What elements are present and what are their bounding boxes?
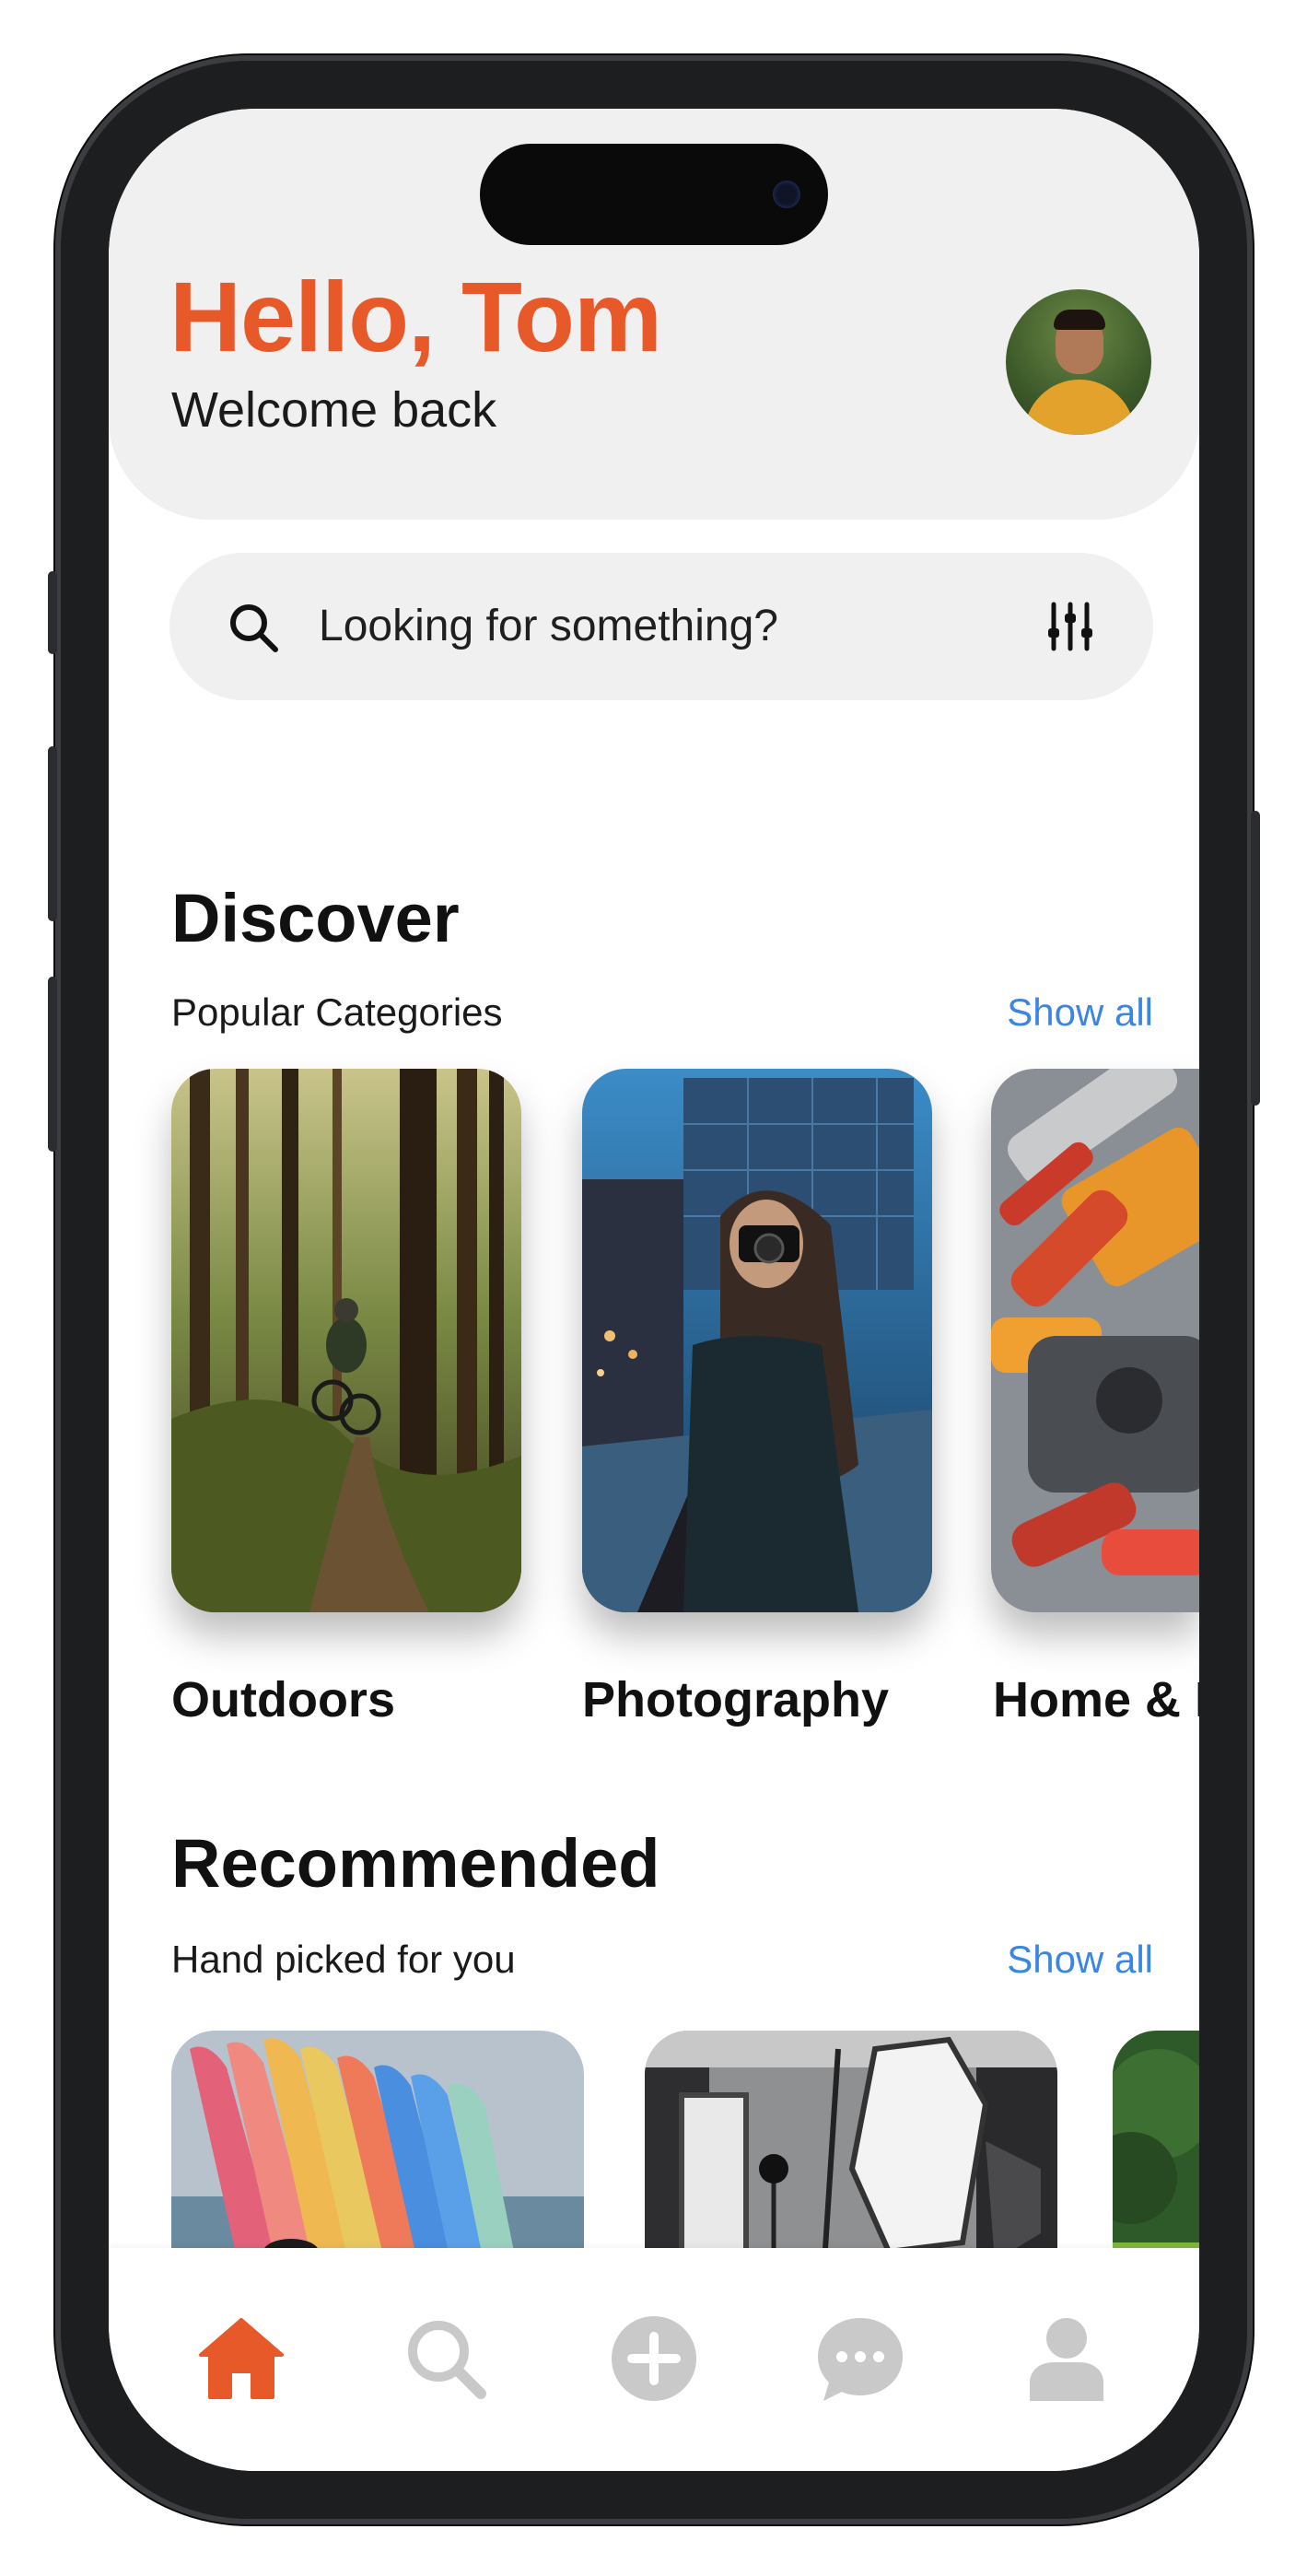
discover-show-all-link[interactable]: Show all: [1007, 993, 1153, 1032]
action-button: [48, 571, 57, 654]
category-card-photography[interactable]: [582, 1069, 932, 1612]
chat-icon[interactable]: [814, 2313, 906, 2405]
search-placeholder: Looking for something?: [319, 602, 778, 650]
volume-down-button: [48, 977, 57, 1152]
category-label-home: Home & I: [993, 1672, 1199, 1727]
recommended-title: Recommended: [171, 1825, 660, 1902]
welcome-subtitle: Welcome back: [171, 382, 497, 438]
category-label-outdoors: Outdoors: [171, 1672, 395, 1727]
camera-icon: [773, 181, 800, 208]
search-icon: [230, 604, 278, 652]
category-label-photography: Photography: [582, 1672, 889, 1727]
recommended-show-all-link[interactable]: Show all: [1007, 1940, 1153, 1979]
outdoors-photo: [171, 1069, 521, 1612]
app-screen: Hello, Tom Welcome back Looking for some…: [109, 109, 1199, 2471]
category-card-home-improvement[interactable]: [991, 1069, 1199, 1612]
search-icon[interactable]: [400, 2313, 492, 2405]
volume-up-button: [48, 746, 57, 921]
home-icon[interactable]: [195, 2313, 287, 2405]
category-card-outdoors[interactable]: [171, 1069, 521, 1612]
discover-title: Discover: [171, 880, 460, 956]
search-input[interactable]: Looking for something?: [169, 553, 1153, 700]
power-button: [1251, 811, 1260, 1106]
avatar[interactable]: [1006, 289, 1151, 435]
add-icon[interactable]: [608, 2313, 700, 2405]
photography-photo: [582, 1069, 932, 1612]
home-tools-photo: [991, 1069, 1199, 1612]
dynamic-island: [480, 144, 828, 245]
greeting-title: Hello, Tom: [169, 261, 662, 372]
filter-sliders-icon[interactable]: [1044, 601, 1096, 652]
recommended-subtitle: Hand picked for you: [171, 1938, 516, 1981]
bottom-tab-bar: [109, 2248, 1199, 2471]
discover-subtitle: Popular Categories: [171, 990, 503, 1034]
profile-icon[interactable]: [1021, 2313, 1113, 2405]
